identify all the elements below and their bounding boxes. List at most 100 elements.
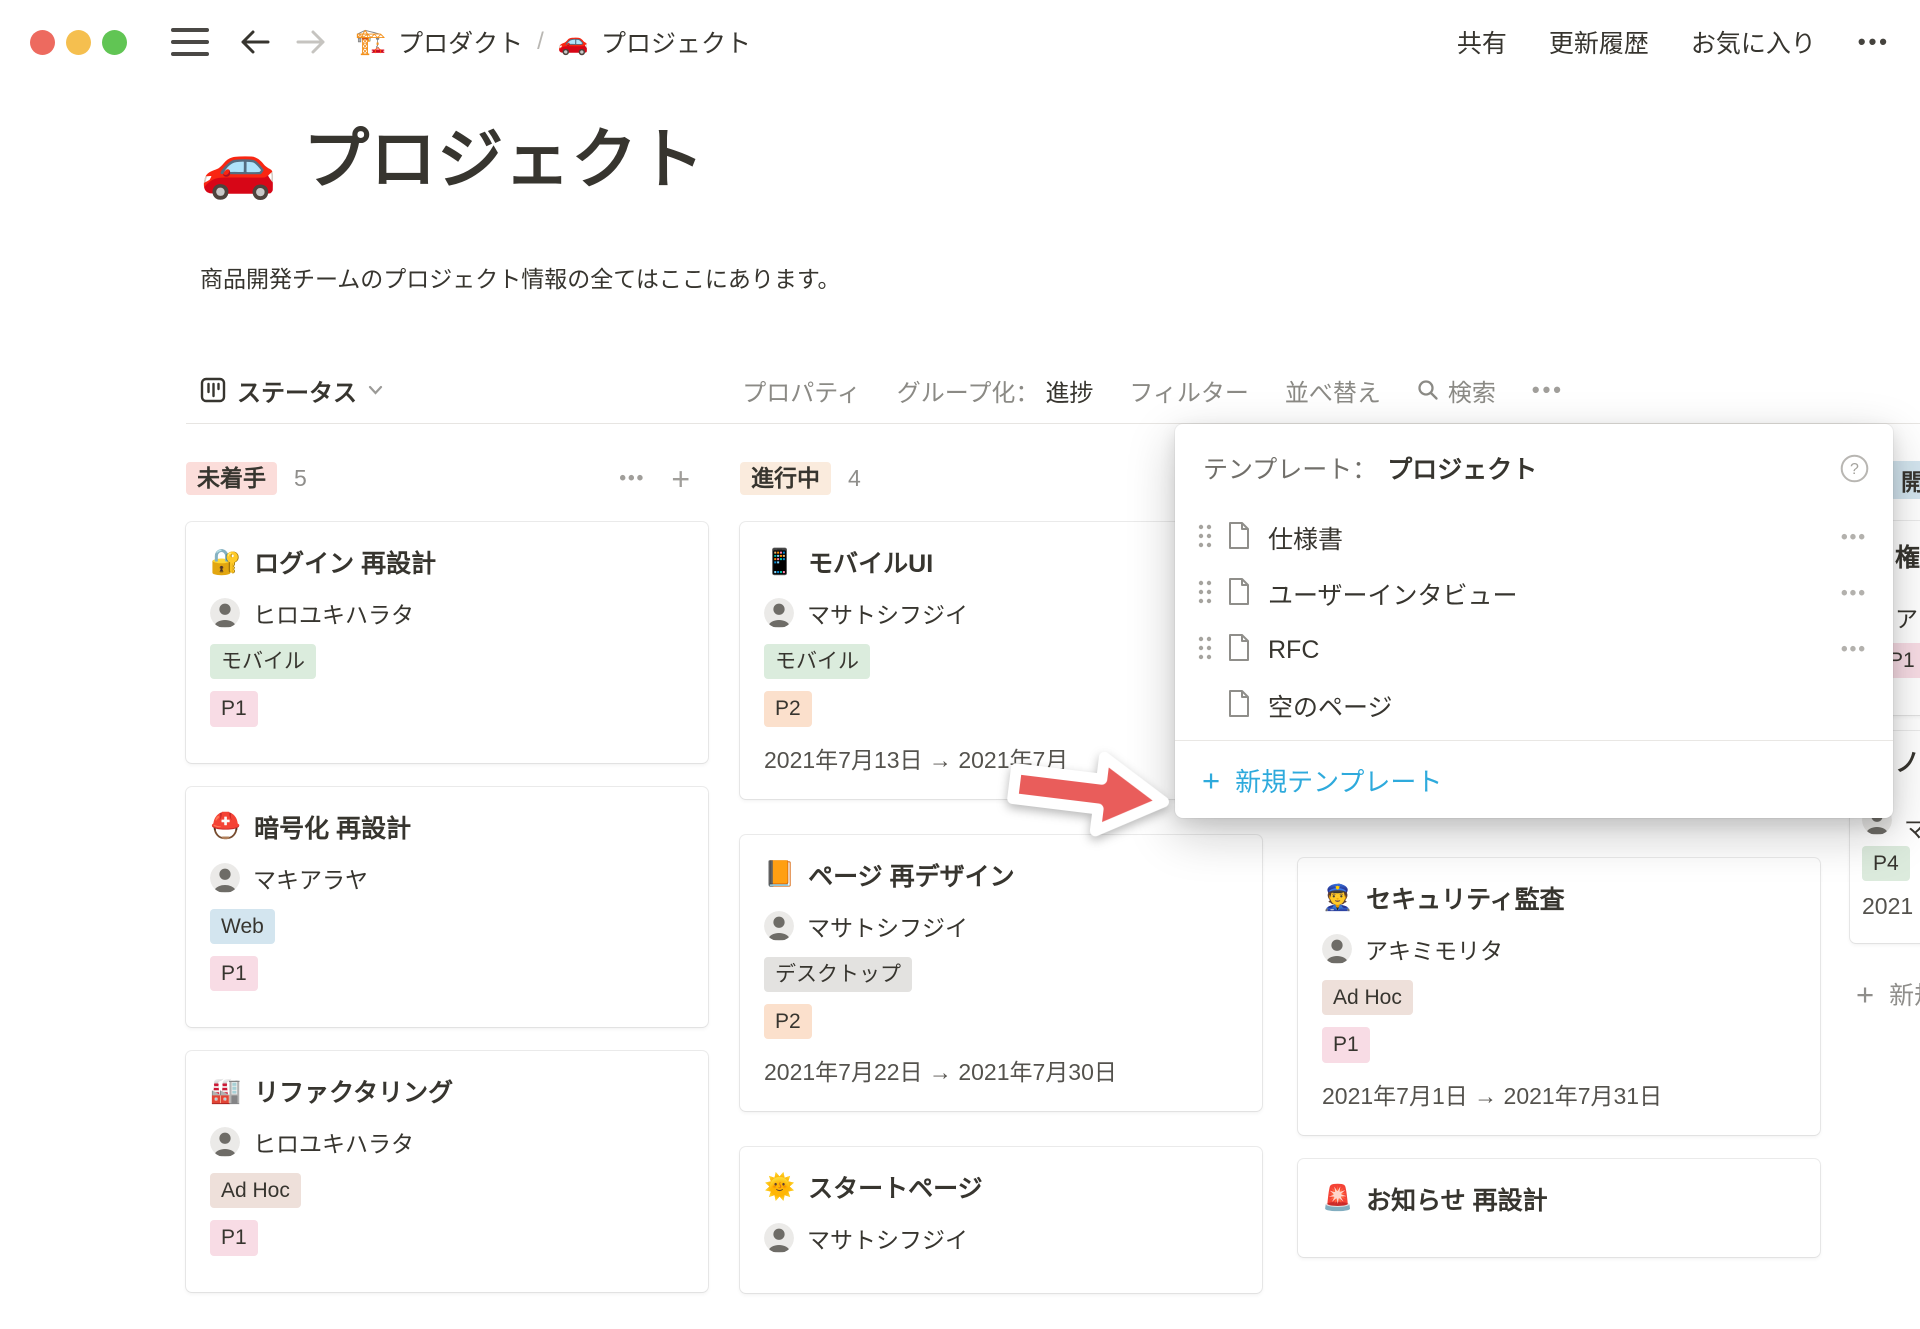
project-card[interactable]: 📙ページ 再デザインマサトシフジイデスクトップP22021年7月22日 → 20… (740, 835, 1262, 1112)
minimize-window-icon[interactable] (66, 30, 91, 55)
card-assignee: ヒロユキハラタ (253, 596, 414, 630)
favorite-button[interactable]: お気に入り (1691, 24, 1816, 60)
template-item-more-icon[interactable]: ••• (1841, 583, 1867, 605)
forward-arrow-icon[interactable] (295, 28, 327, 56)
back-arrow-icon[interactable] (239, 28, 271, 56)
board-column-not-started: 未着手5•••+🔐ログイン 再設計ヒロユキハラタモバイルP1⛑️暗号化 再設計マ… (186, 455, 708, 1316)
column-status-badge[interactable]: 未着手 (186, 462, 277, 496)
page-icon (1227, 633, 1251, 667)
card-title-row: 📙ページ 再デザイン (764, 857, 1238, 893)
add-card-row[interactable]: + 新規 (1856, 976, 1920, 1012)
breadcrumb-separator: / (537, 28, 544, 56)
column-add-card-icon[interactable]: + (671, 463, 690, 495)
sort-button[interactable]: 並べ替え (1285, 373, 1381, 408)
column-status-badge[interactable]: 開 (1890, 461, 1920, 499)
breadcrumb-project[interactable]: 🚗 プロジェクト (558, 24, 751, 60)
card-emoji-icon: ⛑️ (210, 814, 241, 839)
view-more-options-icon[interactable]: ••• (1532, 377, 1564, 403)
card-title-row: ⛑️暗号化 再設計 (210, 809, 684, 845)
column-more-icon[interactable]: ••• (619, 468, 645, 490)
card-assignee: マ (1904, 810, 1920, 844)
column-status-badge[interactable]: 進行中 (740, 462, 831, 496)
page-icon-emoji[interactable]: 🚗 (200, 136, 277, 198)
card-tag-badge: P2 (764, 1004, 812, 1039)
template-menu: テンプレート： プロジェクト ? 仕様書•••ユーザーインタビュー•••RFC•… (1175, 424, 1893, 818)
card-emoji-icon: 📱 (764, 550, 795, 575)
template-list: 仕様書•••ユーザーインタビュー•••RFC•••空のページ (1175, 510, 1893, 734)
card-assignee-row: アキミモリタ (1322, 932, 1796, 966)
card-assignee: マサトシフジイ (807, 909, 968, 943)
template-menu-title-label: テンプレート： (1203, 450, 1377, 486)
card-title-row: 🔐ログイン 再設計 (210, 544, 684, 580)
drag-handle-icon[interactable] (1197, 523, 1213, 554)
template-item-more-icon[interactable]: ••• (1841, 527, 1867, 549)
new-button[interactable]: 新規 (1600, 365, 1730, 415)
plus-icon: + (1202, 765, 1220, 796)
card-badge-row: Web (210, 909, 684, 944)
breadcrumb-product[interactable]: 🏗️ プロダクト (355, 24, 523, 60)
svg-text:?: ? (1850, 461, 1859, 478)
card-assignee-row: マキアラヤ (210, 861, 684, 895)
filter-button[interactable]: フィルター (1129, 373, 1249, 408)
avatar (1322, 934, 1352, 964)
card-title: セキュリティ監査 (1366, 880, 1565, 916)
new-button-label[interactable]: 新規 (1600, 365, 1690, 415)
card-title: 権 (1895, 538, 1920, 574)
group-by-button[interactable]: グループ化：進捗 (897, 373, 1094, 408)
more-options-icon[interactable]: ••• (1858, 29, 1890, 55)
card-title: モバイルUI (808, 544, 933, 580)
project-card[interactable]: 👮セキュリティ監査アキミモリタ Ad Hoc P1 2021年7月1日 → 2021年… (1298, 858, 1820, 1135)
crane-emoji-icon: 🏗️ (355, 28, 386, 57)
project-card[interactable]: 🌞スタートページマサトシフジイ (740, 1147, 1262, 1293)
search-button[interactable]: 検索 (1417, 373, 1496, 408)
close-window-icon[interactable] (30, 30, 55, 55)
view-selector[interactable]: ステータス (200, 373, 383, 408)
card-assignee: マサトシフジイ (807, 596, 968, 630)
card-title: お知らせ 再設計 (1366, 1181, 1547, 1217)
card-assignee: ア (1895, 600, 1918, 634)
template-item-more-icon[interactable]: ••• (1841, 639, 1867, 661)
project-card[interactable]: 🏭リファクタリングヒロユキハラタAd HocP1 (186, 1051, 708, 1292)
project-card[interactable]: 🔐ログイン 再設計ヒロユキハラタモバイルP1 (186, 522, 708, 763)
card-tag-badge: モバイル (764, 644, 870, 679)
card-tag-badge: P1 (210, 1220, 258, 1255)
card-date: 2021年7月1日 → 2021年7月31日 (1322, 1077, 1796, 1111)
card-title-row: 👮セキュリティ監査 (1322, 880, 1796, 916)
card-badge-row: P1 (1322, 1027, 1796, 1062)
card-badge-row: P1 (210, 691, 684, 726)
zoom-window-icon[interactable] (102, 30, 127, 55)
template-item[interactable]: ユーザーインタビュー ••• (1175, 566, 1893, 622)
share-button[interactable]: 共有 (1457, 24, 1507, 60)
card-emoji-icon: 🔐 (210, 550, 241, 575)
card-assignee-row: マサトシフジイ (764, 596, 1238, 630)
template-item-label: 空のページ (1268, 688, 1393, 724)
updates-button[interactable]: 更新履歴 (1549, 24, 1649, 60)
sidebar-menu-icon[interactable] (171, 28, 209, 56)
page-icon (1227, 689, 1251, 723)
card-badge-row: Ad Hoc (210, 1173, 684, 1208)
drag-handle-icon[interactable] (1197, 635, 1213, 666)
new-button-chevron-icon[interactable] (1690, 365, 1730, 415)
avatar (764, 598, 794, 628)
new-template-button[interactable]: + 新規テンプレート (1175, 741, 1893, 820)
column-card-count: 5 (294, 465, 307, 492)
card-emoji-icon: 📙 (764, 862, 795, 887)
template-item[interactable]: RFC••• (1175, 622, 1893, 678)
help-icon[interactable]: ? (1840, 454, 1869, 483)
page-title: プロジェクト (303, 122, 705, 198)
template-item[interactable]: 空のページ (1175, 678, 1893, 734)
card-assignee-row: ヒロユキハラタ (210, 596, 684, 630)
template-item[interactable]: 仕様書 ••• (1175, 510, 1893, 566)
card-assignee: マキアラヤ (253, 861, 368, 895)
annotation-arrow-icon (1000, 726, 1183, 860)
card-date: 2021年7月22日 → 2021年7月30日 (764, 1053, 1238, 1087)
card-tag-badge: Ad Hoc (1322, 980, 1413, 1015)
properties-button[interactable]: プロパティ (742, 373, 861, 408)
drag-handle-icon[interactable] (1197, 579, 1213, 610)
card-title: リファクタリング (254, 1073, 453, 1109)
template-item-label: 仕様書 (1268, 520, 1343, 556)
project-card[interactable]: 🚨お知らせ 再設計 (1298, 1159, 1820, 1257)
template-item-label: ユーザーインタビュー (1268, 576, 1518, 612)
avatar (210, 863, 240, 893)
project-card[interactable]: ⛑️暗号化 再設計マキアラヤWebP1 (186, 787, 708, 1028)
